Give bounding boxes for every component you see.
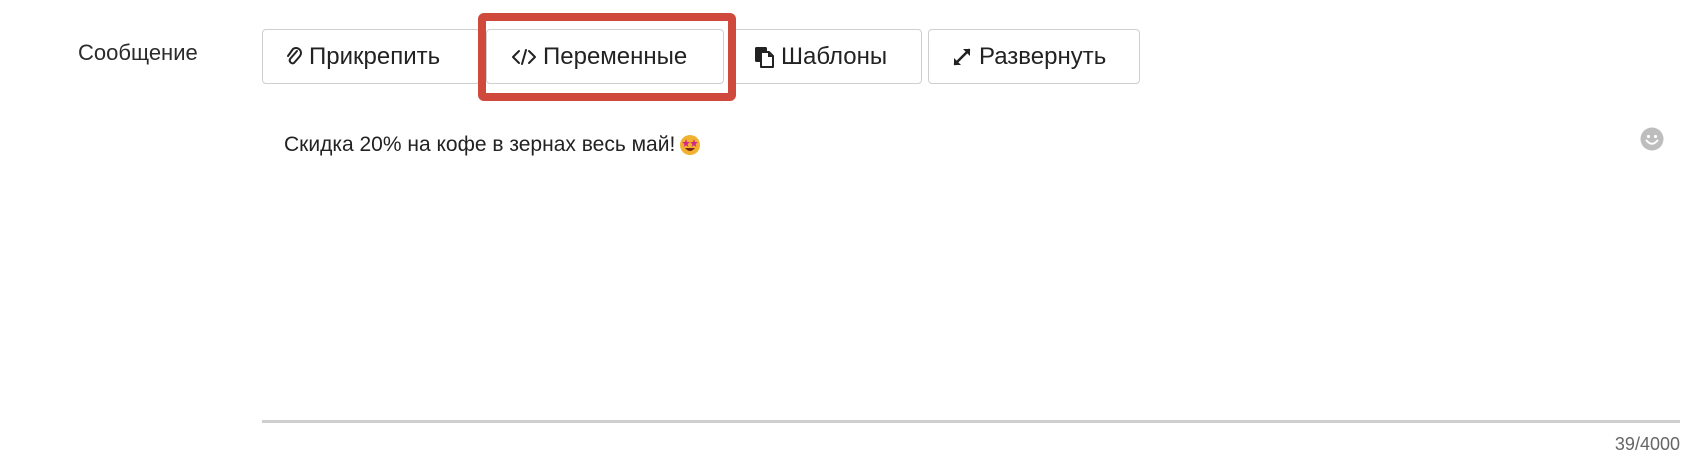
templates-button[interactable]: Шаблоны: [730, 29, 922, 84]
star-struck-emoji-icon: [679, 134, 701, 156]
attach-button-label: Прикрепить: [309, 42, 441, 70]
variables-button[interactable]: Переменные: [486, 29, 724, 84]
paperclip-icon: [285, 46, 303, 68]
code-icon: [511, 47, 537, 67]
character-counter: 39/4000: [1614, 434, 1680, 454]
message-text: Скидка 20% на кофе в зернах весь май!: [284, 133, 676, 156]
copy-icon: [753, 45, 775, 69]
expand-icon: [951, 46, 973, 68]
expand-button[interactable]: Развернуть: [928, 29, 1140, 84]
expand-button-label: Развернуть: [979, 42, 1107, 70]
message-label: Сообщение: [78, 40, 198, 65]
message-textarea[interactable]: Скидка 20% на кофе в зернах весь май!: [262, 115, 1680, 423]
templates-button-label: Шаблоны: [781, 42, 888, 70]
attach-button[interactable]: Прикрепить: [262, 29, 480, 84]
variables-button-label: Переменные: [543, 42, 688, 70]
smiley-icon[interactable]: [1638, 125, 1666, 153]
